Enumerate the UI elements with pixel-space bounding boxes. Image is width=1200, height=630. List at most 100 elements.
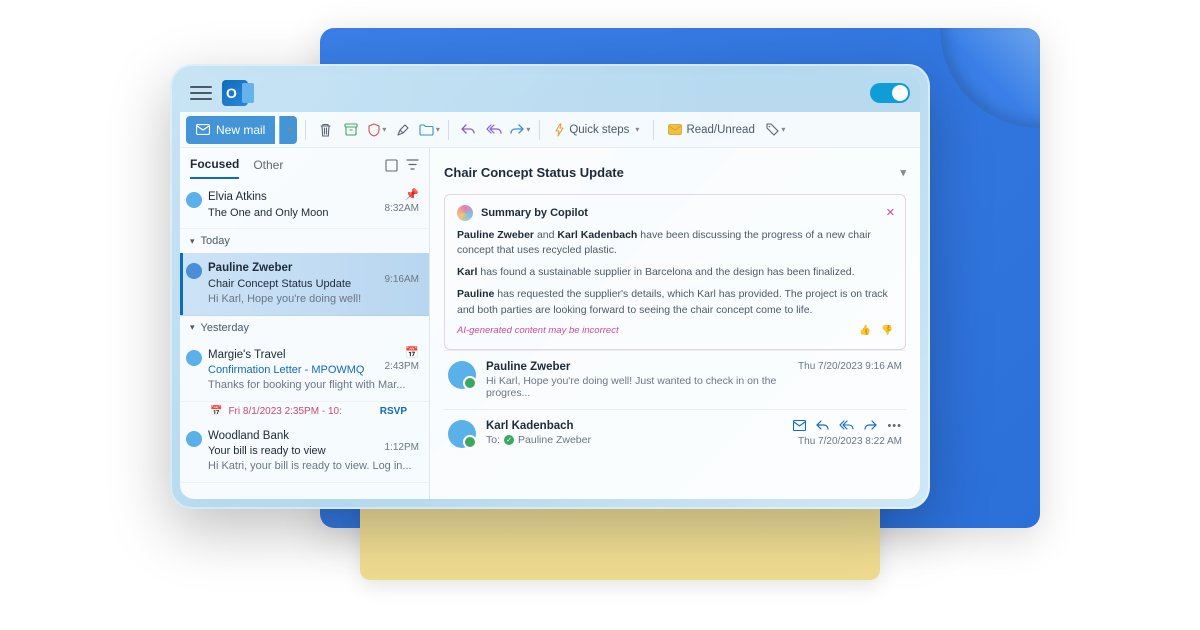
- close-icon[interactable]: ✕: [886, 205, 895, 222]
- copilot-title: Summary by Copilot: [481, 205, 588, 222]
- open-icon[interactable]: [793, 420, 806, 432]
- mail-preview: Hi Katri, your bill is ready to view. Lo…: [208, 459, 419, 474]
- hamburger-menu-icon[interactable]: [190, 86, 212, 100]
- rsvp-date: Fri 8/1/2023 2:35PM - 10:: [228, 406, 341, 417]
- collapse-icon[interactable]: ▾: [900, 166, 906, 179]
- mail-item[interactable]: Woodland Bank Your bill is ready to view…: [180, 421, 429, 483]
- new-mail-label: New mail: [216, 123, 265, 137]
- calendar-icon: 📅: [210, 406, 222, 417]
- app-screen: New mail ▾ ▾ ▾ ▾: [180, 74, 920, 499]
- group-label: Yesterday: [201, 322, 250, 334]
- copilot-disclaimer: AI-generated content may be incorrect: [457, 324, 619, 338]
- calendar-icon: 📅: [405, 346, 419, 361]
- thread-preview: Hi Karl, Hope you're doing well! Just wa…: [486, 375, 798, 399]
- delete-button[interactable]: [314, 119, 336, 141]
- separator: [653, 120, 654, 140]
- folder-move-icon: [419, 123, 434, 136]
- message-actions: •••: [793, 420, 902, 432]
- thread-recipients: To: ✓ Pauline Zweber: [486, 434, 793, 446]
- group-today[interactable]: ▾ Today: [180, 229, 429, 253]
- mail-time: 1:12PM: [385, 441, 419, 455]
- chevron-down-icon: ▾: [190, 236, 195, 247]
- new-mail-dropdown[interactable]: ▾: [279, 116, 297, 144]
- lightning-icon: [554, 123, 565, 137]
- shield-icon: [368, 123, 380, 137]
- reply-button[interactable]: [457, 119, 479, 141]
- avatar: [186, 263, 202, 279]
- more-icon[interactable]: •••: [887, 420, 902, 432]
- copilot-header: Summary by Copilot: [457, 205, 893, 222]
- mail-time: 2:43PM: [385, 360, 419, 374]
- rsvp-row: 📅 Fri 8/1/2023 2:35PM - 10: RSVP: [180, 402, 429, 421]
- forward-icon: [510, 124, 524, 135]
- filter-icon[interactable]: [406, 159, 419, 172]
- tag-button[interactable]: ▾: [765, 119, 787, 141]
- chevron-down-icon: ▾: [781, 125, 785, 134]
- chevron-down-icon: ▾: [190, 322, 195, 333]
- outlook-logo: [222, 80, 248, 106]
- thread-sender: Pauline Zweber: [486, 361, 798, 373]
- chevron-down-icon: ▾: [288, 125, 292, 134]
- reply-all-button[interactable]: [483, 119, 505, 141]
- quick-steps-label: Quick steps: [569, 124, 629, 136]
- quick-steps-button[interactable]: Quick steps ▾: [548, 117, 645, 143]
- read-unread-label: Read/Unread: [686, 124, 754, 136]
- avatar: [448, 420, 476, 448]
- group-yesterday[interactable]: ▾ Yesterday: [180, 316, 429, 340]
- copilot-paragraph: Pauline Zweber and Karl Kadenbach have b…: [457, 228, 893, 260]
- new-mail-button[interactable]: New mail: [186, 116, 275, 144]
- thumbs-down-icon[interactable]: 👎: [881, 324, 893, 338]
- reply-all-icon[interactable]: [839, 420, 854, 432]
- select-mode-icon[interactable]: [385, 159, 398, 172]
- tag-icon: [766, 123, 779, 136]
- subject-header: Chair Concept Status Update ▾: [444, 158, 906, 186]
- reply-icon[interactable]: [816, 420, 829, 432]
- read-unread-button[interactable]: Read/Unread: [662, 117, 760, 143]
- copilot-summary-card: ✕ Summary by Copilot Pauline Zweber and …: [444, 194, 906, 350]
- avatar: [186, 350, 202, 366]
- thread-time: Thu 7/20/2023 9:16 AM: [798, 361, 902, 399]
- verified-icon: ✓: [504, 435, 514, 445]
- tab-focused[interactable]: Focused: [190, 151, 239, 179]
- archive-button[interactable]: [340, 119, 362, 141]
- inbox-tabs: Focused Other: [180, 148, 429, 182]
- envelope-icon: [668, 124, 682, 135]
- forward-button[interactable]: ▾: [509, 119, 531, 141]
- copilot-paragraph: Karl has found a sustainable supplier in…: [457, 265, 893, 281]
- tab-other[interactable]: Other: [253, 152, 283, 178]
- theme-toggle[interactable]: [870, 83, 910, 103]
- mail-time: 9:16AM: [385, 273, 419, 287]
- mail-time: 8:32AM: [385, 202, 419, 216]
- pin-icon[interactable]: 📌: [405, 188, 419, 203]
- copilot-footer: AI-generated content may be incorrect 👍 …: [457, 324, 893, 338]
- thumbs-up-icon[interactable]: 👍: [859, 324, 871, 338]
- report-button[interactable]: ▾: [366, 119, 388, 141]
- chevron-down-icon: ▾: [635, 125, 639, 134]
- tablet-frame: New mail ▾ ▾ ▾ ▾: [170, 64, 930, 509]
- copilot-icon: [457, 205, 473, 221]
- thread-time: Thu 7/20/2023 8:22 AM: [793, 436, 902, 447]
- separator: [305, 120, 306, 140]
- move-button[interactable]: ▾: [418, 119, 440, 141]
- chevron-down-icon: ▾: [526, 125, 530, 134]
- mail-item[interactable]: 📌 Elvia Atkins The One and Only Moon 8:3…: [180, 182, 429, 229]
- mail-item[interactable]: 📅 Margie's Travel Confirmation Letter - …: [180, 340, 429, 402]
- content-area: Focused Other 📌 Elvia Atkins The One and…: [180, 148, 920, 499]
- broom-icon: [396, 123, 410, 137]
- forward-icon[interactable]: [864, 420, 877, 432]
- reading-pane: Chair Concept Status Update ▾ ✕ Summary …: [430, 148, 920, 499]
- subject-text: Chair Concept Status Update: [444, 165, 624, 180]
- group-label: Today: [201, 235, 230, 247]
- sweep-button[interactable]: [392, 119, 414, 141]
- copilot-paragraph: Pauline has requested the supplier's det…: [457, 287, 893, 319]
- mail-item[interactable]: Pauline Zweber Chair Concept Status Upda…: [180, 253, 429, 315]
- thread-message[interactable]: Karl Kadenbach To: ✓ Pauline Zweber •••: [444, 409, 906, 458]
- title-bar: [180, 74, 920, 112]
- chevron-down-icon: ▾: [382, 125, 386, 134]
- rsvp-button[interactable]: RSVP: [380, 406, 407, 417]
- thread-message[interactable]: Pauline Zweber Hi Karl, Hope you're doin…: [444, 350, 906, 409]
- avatar: [186, 431, 202, 447]
- avatar: [186, 192, 202, 208]
- message-list-pane: Focused Other 📌 Elvia Atkins The One and…: [180, 148, 430, 499]
- ribbon-toolbar: New mail ▾ ▾ ▾ ▾: [180, 112, 920, 148]
